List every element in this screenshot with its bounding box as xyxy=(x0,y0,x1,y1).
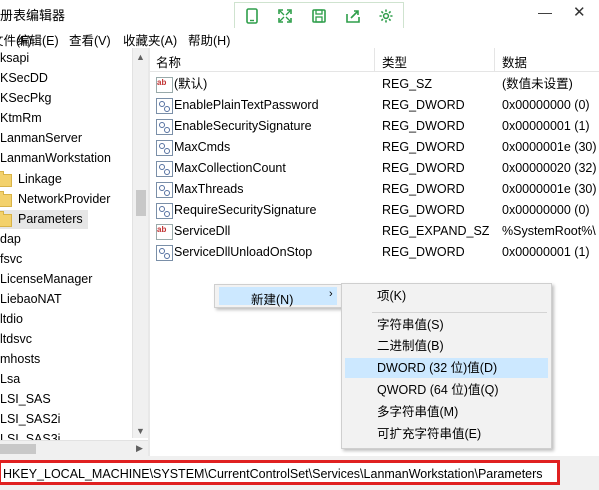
scroll-up-arrow-icon[interactable]: ▲ xyxy=(136,52,145,62)
table-row[interactable]: MaxCmds REG_DWORD 0x0000001e (30) xyxy=(150,137,599,158)
binary-value-icon xyxy=(156,182,173,198)
column-header-name[interactable]: 名称 xyxy=(156,52,181,71)
tree-horizontal-scrollbar[interactable]: ▶ xyxy=(0,440,148,457)
table-row[interactable]: EnableSecuritySignature REG_DWORD 0x0000… xyxy=(150,116,599,137)
save-icon[interactable] xyxy=(311,8,327,24)
submenu-item-dword-value[interactable]: DWORD (32 位)值(D) xyxy=(345,358,548,378)
binary-value-icon xyxy=(156,140,173,156)
phone-icon[interactable] xyxy=(244,7,260,24)
title-bar: 册表编辑器 — ✕ xyxy=(0,0,599,29)
menu-bar: 文件(F) 编辑(E) 查看(V) 收藏夹(A) 帮助(H) xyxy=(0,28,599,48)
scroll-thumb[interactable] xyxy=(0,444,36,454)
string-value-icon: ab xyxy=(156,224,173,240)
table-row[interactable]: RequireSecuritySignature REG_DWORD 0x000… xyxy=(150,200,599,221)
context-menu: 新建(N) › xyxy=(214,284,342,308)
table-row[interactable]: MaxCollectionCount REG_DWORD 0x00000020 … xyxy=(150,158,599,179)
close-button[interactable]: ✕ xyxy=(573,3,586,21)
tree-item[interactable]: KSecDD xyxy=(0,69,48,88)
tree-item-parameters[interactable]: Parameters xyxy=(0,210,88,229)
menu-favorites[interactable]: 收藏夹(A) xyxy=(123,30,177,49)
submenu-item-key[interactable]: 项(K) xyxy=(345,286,548,306)
table-row[interactable]: ServiceDllUnloadOnStop REG_DWORD 0x00000… xyxy=(150,242,599,263)
tree-item[interactable]: ltdsvc xyxy=(0,330,32,349)
list-header: 名称 类型 数据 xyxy=(150,48,599,72)
folder-icon xyxy=(0,191,12,207)
binary-value-icon xyxy=(156,98,173,114)
submenu-item-binary-value[interactable]: 二进制值(B) xyxy=(345,336,548,356)
scroll-thumb[interactable] xyxy=(136,190,146,216)
tree-item[interactable]: ltdio xyxy=(0,310,23,329)
registry-tree: ksapi KSecDD KSecPkg KtmRm LanmanServer … xyxy=(0,48,132,440)
tree-item[interactable]: Lsa xyxy=(0,370,20,389)
binary-value-icon xyxy=(156,245,173,261)
menu-separator xyxy=(372,312,547,313)
share-icon[interactable] xyxy=(345,8,361,24)
string-value-icon: ab xyxy=(156,77,173,93)
context-menu-new[interactable]: 新建(N) › xyxy=(219,287,337,307)
table-row[interactable]: MaxThreads REG_DWORD 0x0000001e (30) xyxy=(150,179,599,200)
tree-item-networkprovider[interactable]: NetworkProvider xyxy=(0,190,132,209)
new-submenu: 项(K) 字符串值(S) 二进制值(B) DWORD (32 位)值(D) QW… xyxy=(341,283,552,449)
floating-toolbar xyxy=(234,2,404,29)
submenu-item-expandable-string-value[interactable]: 可扩充字符串值(E) xyxy=(345,424,548,444)
menu-edit[interactable]: 编辑(E) xyxy=(17,30,59,49)
table-row[interactable]: ab ServiceDll REG_EXPAND_SZ %SystemRoot%… xyxy=(150,221,599,242)
binary-value-icon xyxy=(156,203,173,219)
tree-item[interactable]: LanmanWorkstation xyxy=(0,149,111,168)
binary-value-icon xyxy=(156,161,173,177)
menu-view[interactable]: 查看(V) xyxy=(69,30,111,49)
column-separator[interactable] xyxy=(494,48,495,71)
table-row[interactable]: ab (默认) REG_SZ (数值未设置) xyxy=(150,74,599,95)
tree-item[interactable]: LiebaoNAT xyxy=(0,290,62,309)
submenu-arrow-icon: › xyxy=(329,288,333,300)
tree-item[interactable]: LSI_SAS3i xyxy=(0,430,60,440)
tree-item[interactable]: LicenseManager xyxy=(0,270,92,289)
binary-value-icon xyxy=(156,119,173,135)
tree-item[interactable]: mhosts xyxy=(0,350,40,369)
window-title: 册表编辑器 xyxy=(0,8,66,23)
tree-item[interactable]: KSecPkg xyxy=(0,89,51,108)
fullscreen-icon[interactable] xyxy=(277,8,293,24)
submenu-item-qword-value[interactable]: QWORD (64 位)值(Q) xyxy=(345,380,548,400)
submenu-item-string-value[interactable]: 字符串值(S) xyxy=(345,315,548,335)
column-separator[interactable] xyxy=(374,48,375,71)
minimize-button[interactable]: — xyxy=(538,4,552,20)
tree-item[interactable]: KtmRm xyxy=(0,109,42,128)
column-header-data[interactable]: 数据 xyxy=(502,52,527,71)
scroll-down-arrow-icon[interactable]: ▼ xyxy=(136,426,145,436)
status-bar: HKEY_LOCAL_MACHINE\SYSTEM\CurrentControl… xyxy=(0,456,599,490)
tree-vertical-scrollbar[interactable]: ▲ ▼ xyxy=(132,48,149,438)
folder-icon xyxy=(0,211,12,227)
scroll-right-arrow-icon[interactable]: ▶ xyxy=(136,443,143,454)
table-row[interactable]: EnablePlainTextPassword REG_DWORD 0x0000… xyxy=(150,95,599,116)
menu-help[interactable]: 帮助(H) xyxy=(188,30,230,49)
tree-item[interactable]: LanmanServer xyxy=(0,129,82,148)
tree-item[interactable]: ksapi xyxy=(0,49,29,68)
column-header-type[interactable]: 类型 xyxy=(382,52,407,71)
tree-item[interactable]: dap xyxy=(0,230,21,249)
tree-item[interactable]: fsvc xyxy=(0,250,22,269)
path-highlight-box: HKEY_LOCAL_MACHINE\SYSTEM\CurrentControl… xyxy=(0,460,560,485)
folder-icon xyxy=(0,171,12,187)
submenu-item-multi-string-value[interactable]: 多字符串值(M) xyxy=(345,402,548,422)
tree-item[interactable]: LSI_SAS xyxy=(0,390,51,409)
registry-path: HKEY_LOCAL_MACHINE\SYSTEM\CurrentControl… xyxy=(3,467,543,481)
tree-item[interactable]: LSI_SAS2i xyxy=(0,410,60,429)
settings-gear-icon[interactable] xyxy=(378,8,394,24)
